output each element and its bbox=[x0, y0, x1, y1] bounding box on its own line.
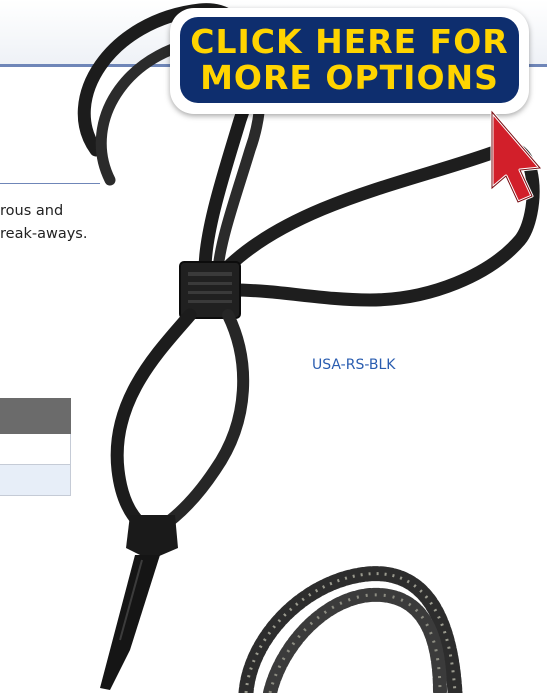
pointer-arrow-icon bbox=[478, 110, 547, 210]
cta-line-2: MORE OPTIONS bbox=[200, 58, 499, 97]
description-line-1: rous and bbox=[0, 203, 64, 219]
spec-table-row bbox=[0, 465, 71, 496]
more-options-badge[interactable]: CLICK HERE FOR MORE OPTIONS bbox=[180, 17, 519, 103]
description-line-2: reak-aways. bbox=[0, 226, 88, 242]
more-options-button[interactable]: CLICK HERE FOR MORE OPTIONS bbox=[170, 8, 529, 114]
cta-line-1: CLICK HERE FOR bbox=[190, 22, 509, 61]
spec-table bbox=[0, 398, 71, 496]
spec-table-row bbox=[0, 434, 71, 465]
spec-table-header bbox=[0, 398, 71, 434]
product-sku-link[interactable]: USA-RS-BLK bbox=[312, 357, 395, 373]
section-divider bbox=[0, 183, 100, 184]
